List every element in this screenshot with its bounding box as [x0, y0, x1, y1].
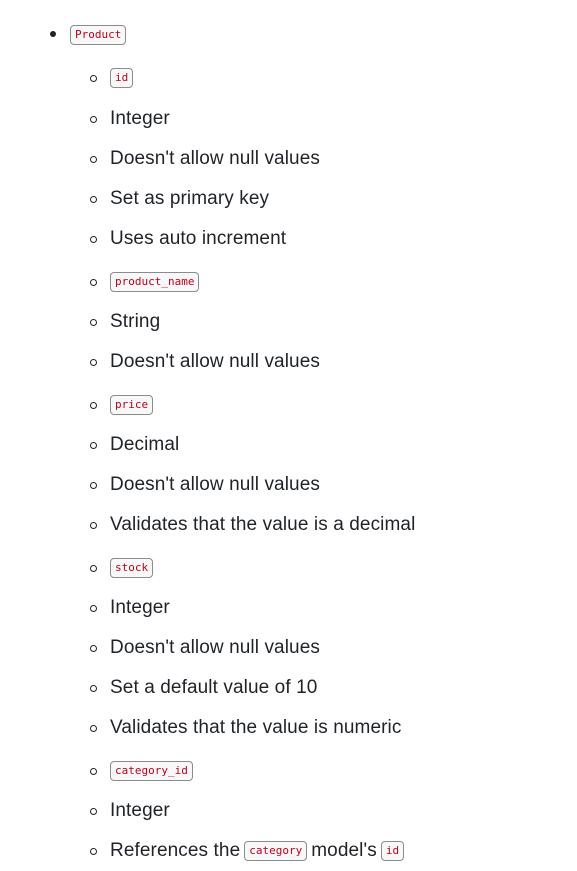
reference-field-code: id — [380, 841, 405, 861]
field-detail-item: Doesn't allow null values — [90, 636, 320, 660]
field-detail-text: Doesn't allow null values — [110, 474, 320, 495]
field-detail-item: Set a default value of 10 — [90, 676, 318, 700]
field-detail-text: Validates that the value is a decimal — [110, 514, 416, 535]
reference-item: References the category model's id — [90, 839, 408, 863]
bullet-circle-icon — [90, 279, 97, 286]
field-detail-item: Doesn't allow null values — [90, 473, 320, 497]
field-detail-text: Validates that the value is numeric — [110, 717, 402, 738]
field-detail-text: Uses auto increment — [110, 228, 287, 249]
field-detail-text: String — [110, 311, 161, 332]
field-name-item: product_name — [90, 270, 200, 294]
reference-middle-text: model's — [311, 840, 377, 861]
bullet-disc-icon — [50, 31, 56, 37]
bullet-circle-icon — [90, 605, 97, 612]
bullet-circle-icon — [90, 482, 97, 489]
field-detail-item: Set as primary key — [90, 187, 270, 211]
field-name-item: category_id — [90, 759, 193, 783]
reference-prefix-text: References the — [110, 840, 241, 861]
bullet-circle-icon — [90, 75, 97, 82]
field-detail-text: Integer — [110, 800, 170, 821]
field-detail-item: Integer — [90, 596, 170, 620]
field-detail-item: String — [90, 310, 161, 334]
bullet-circle-icon — [90, 768, 97, 775]
document-body: Product id Integer Doesn't allow null va… — [0, 0, 577, 871]
bullet-circle-icon — [90, 319, 97, 326]
bullet-circle-icon — [90, 848, 97, 855]
field-detail-text: Integer — [110, 108, 170, 129]
field-detail-text: Integer — [110, 597, 170, 618]
bullet-circle-icon — [90, 522, 97, 529]
field-name-code: id — [110, 68, 134, 88]
bullet-circle-icon — [90, 236, 97, 243]
field-name-code: stock — [110, 558, 154, 578]
model-name-code: Product — [70, 25, 127, 45]
bullet-circle-icon — [90, 196, 97, 203]
bullet-circle-icon — [90, 116, 97, 123]
field-detail-text: Doesn't allow null values — [110, 148, 320, 169]
field-detail-text: Doesn't allow null values — [110, 637, 320, 658]
field-name-code: product_name — [110, 272, 200, 292]
reference-model-code: category — [244, 841, 308, 861]
bullet-circle-icon — [90, 685, 97, 692]
field-detail-text: Set as primary key — [110, 188, 270, 209]
field-detail-item: Validates that the value is numeric — [90, 716, 402, 740]
field-name-item: stock — [90, 556, 154, 580]
field-detail-item: Uses auto increment — [90, 227, 287, 251]
bullet-circle-icon — [90, 565, 97, 572]
bullet-circle-icon — [90, 645, 97, 652]
field-name-item: id — [90, 66, 134, 90]
field-detail-item: Doesn't allow null values — [90, 350, 320, 374]
field-name-item: price — [90, 393, 154, 417]
bullet-circle-icon — [90, 725, 97, 732]
field-detail-text: Decimal — [110, 434, 180, 455]
field-detail-item: Integer — [90, 107, 170, 131]
field-detail-item: Decimal — [90, 433, 180, 457]
field-detail-text: Set a default value of 10 — [110, 677, 318, 698]
bullet-circle-icon — [90, 402, 97, 409]
bullet-circle-icon — [90, 359, 97, 366]
bullet-circle-icon — [90, 442, 97, 449]
field-detail-item: Doesn't allow null values — [90, 147, 320, 171]
model-item-product: Product — [50, 25, 127, 45]
field-name-code: price — [110, 395, 154, 415]
bullet-circle-icon — [90, 808, 97, 815]
field-name-code: category_id — [110, 761, 193, 781]
field-detail-item: Validates that the value is a decimal — [90, 513, 416, 537]
bullet-circle-icon — [90, 156, 97, 163]
field-detail-text: Doesn't allow null values — [110, 351, 320, 372]
field-detail-item: Integer — [90, 799, 170, 823]
